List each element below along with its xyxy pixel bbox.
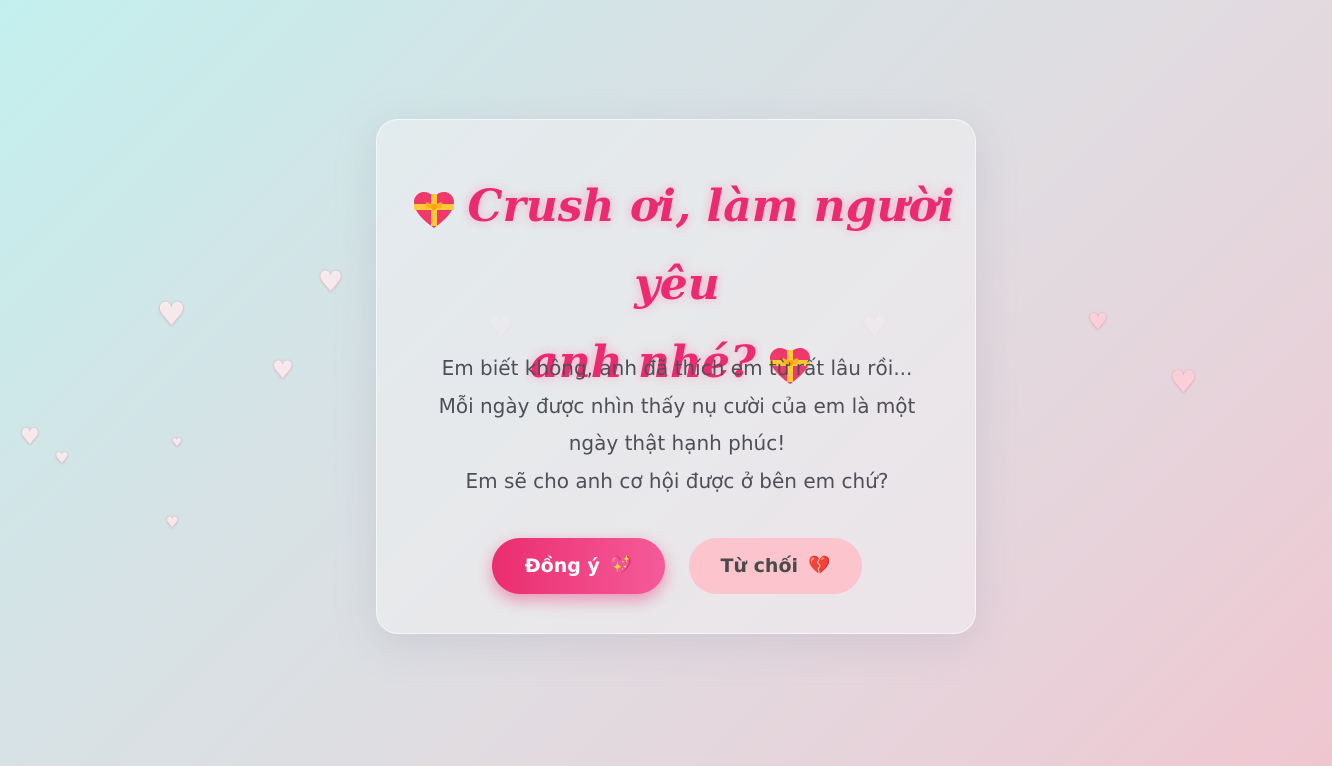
floating-heart-icon: ♥ bbox=[55, 449, 69, 467]
message-line: Em sẽ cho anh cơ hội được ở bên em chứ? bbox=[465, 468, 889, 493]
broken-heart-icon: 💔 bbox=[808, 555, 831, 576]
floating-heart-icon: ♥ bbox=[166, 515, 179, 531]
floating-heart-icon: ♥ bbox=[1170, 365, 1197, 400]
title-line-1: Crush ơi, làm người yêu bbox=[377, 168, 977, 324]
floating-heart-icon: ♥ bbox=[318, 265, 344, 298]
accept-button-label: Đồng ý bbox=[524, 555, 600, 577]
floating-heart-icon: ♥ bbox=[157, 295, 186, 333]
sparkling-heart-icon: 💖 bbox=[609, 555, 633, 576]
title-text-1: Crush ơi, làm người yêu bbox=[467, 181, 955, 310]
floating-heart-icon: ♥ bbox=[172, 436, 182, 449]
decline-button[interactable]: Từ chối 💔 bbox=[689, 538, 862, 594]
decline-button-label: Từ chối bbox=[720, 555, 799, 577]
floating-heart-icon: ♥ bbox=[272, 356, 294, 384]
proposal-dialog: Crush ơi, làm người yêu anh nhé? Em biết… bbox=[376, 119, 976, 634]
accept-button[interactable]: Đồng ý 💖 bbox=[492, 538, 665, 594]
floating-heart-icon: ♥ bbox=[1088, 310, 1108, 335]
dialog-message: Em biết không, anh đã thích em từ rất lâ… bbox=[377, 350, 977, 500]
message-line: Mỗi ngày được nhìn thấy nụ cười của em l… bbox=[438, 393, 916, 456]
floating-heart-icon: ♥ bbox=[20, 425, 40, 450]
heart-with-ribbon-icon bbox=[412, 190, 456, 230]
message-line: Em biết không, anh đã thích em từ rất lâ… bbox=[441, 356, 913, 380]
